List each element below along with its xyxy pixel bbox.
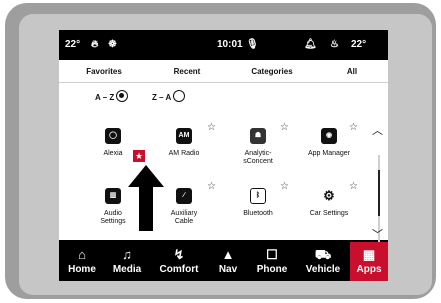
star-outline-icon[interactable]: ☆ [349,122,358,133]
nav-label: Media [112,264,142,275]
app-label: App Manager [307,150,351,157]
app-label: Audio Settings [100,210,126,225]
nav-label: Nav [218,264,238,275]
app-am-radio[interactable]: AM AM Radio [153,128,215,158]
sort-za-radio[interactable] [173,90,185,102]
app-label: Bluetooth [243,210,273,217]
vehicle-icon: ⛟ [314,247,332,262]
app-label: Auxiliary Cable [170,210,198,225]
nav-label: Vehicle [305,264,341,275]
microphone-icon: 🎙︎ [246,39,259,50]
app-label: Car Settings [309,210,349,217]
nav-label: Comfort [159,264,199,275]
app-analytics-concent[interactable]: ☗ Analytic- sConcent [227,128,289,166]
tab-recent[interactable]: Recent [162,67,212,76]
sort-za-label: Z – A [152,93,172,102]
right-temperature[interactable]: 22° [351,39,366,50]
app-label: Analytic- sConcent [243,150,273,165]
pointer-arrow-icon [128,165,164,231]
scrollbar-thumb[interactable] [378,170,380,216]
scroll-down-icon[interactable]: ﹀ [372,226,383,242]
nav-phone[interactable]: ☐ Phone [251,242,293,281]
bottom-nav-bar: ⌂ Home ♫ Media ↯ Comfort ▲ Nav ☐ Phone ⛟… [59,242,388,281]
tab-all[interactable]: All [342,67,362,76]
favorite-star-icon[interactable]: ★ [133,150,145,162]
nav-media[interactable]: ♫ Media [106,242,148,281]
sort-az-radio[interactable] [116,90,128,102]
status-bar: 22° 🔥︎ ☸ 10:01 🎙︎ 🔔︎ ♨ 22° [59,30,388,60]
nav-label: Phone [256,264,288,275]
app-bluetooth[interactable]: ᛒ Bluetooth [227,188,289,218]
tab-categories[interactable]: Categories [242,67,302,76]
scroll-up-icon[interactable]: ︿ [372,122,383,138]
left-temperature[interactable]: 22° [65,39,80,50]
star-outline-icon[interactable]: ☆ [207,181,216,192]
apps-grid-icon: ▦ [362,247,376,262]
alexa-icon: ◯ [105,128,121,144]
app-manager-icon: ◉ [321,128,337,144]
star-outline-icon[interactable]: ☆ [280,181,289,192]
star-outline-icon[interactable]: ☆ [349,181,358,192]
phone-icon: ☐ [266,247,278,262]
nav-home[interactable]: ⌂ Home [63,242,101,281]
nav-label: Home [68,264,96,275]
nav-arrow-icon: ▲ [221,247,235,262]
clock: 10:01 [217,39,243,50]
tab-bar: Favorites Recent Categories All [59,60,388,83]
app-car-settings[interactable]: ⚙ Car Settings [298,188,360,218]
home-icon: ⌂ [78,247,86,262]
app-label: AM Radio [168,150,200,157]
nav-label: Apps [356,264,382,275]
nav-comfort[interactable]: ↯ Comfort [154,242,204,281]
infotainment-screen: 22° 🔥︎ ☸ 10:01 🎙︎ 🔔︎ ♨ 22° Favorites Rec… [59,30,388,281]
nav-vehicle[interactable]: ⛟ Vehicle [301,242,345,281]
am-radio-icon: AM [176,128,192,144]
steering-heat-icon[interactable]: ☸ [108,39,117,50]
notification-bell-icon[interactable]: 🔔︎ [304,39,317,50]
seat-heat-icon: ↯ [173,247,185,262]
star-outline-icon[interactable]: ☆ [207,122,216,133]
seat-heat-icon[interactable]: 🔥︎ [91,39,98,50]
audio-icon: ▥ [105,188,121,204]
tab-favorites[interactable]: Favorites [79,67,129,76]
nav-apps[interactable]: ▦ Apps [350,242,388,281]
nav-nav[interactable]: ▲ Nav [214,242,242,281]
sort-az-label: A – Z [95,93,115,102]
bluetooth-icon: ᛒ [250,188,266,204]
android-icon: ☗ [250,128,266,144]
star-outline-icon[interactable]: ☆ [280,122,289,133]
passenger-seat-icon[interactable]: ♨ [330,39,339,50]
aux-cable-icon: ∕ [176,188,192,204]
app-label: Alexia [103,150,123,157]
car-settings-icon: ⚙ [321,188,337,204]
apps-panel: Favorites Recent Categories All A – Z Z … [59,60,388,255]
music-note-icon: ♫ [122,247,132,262]
